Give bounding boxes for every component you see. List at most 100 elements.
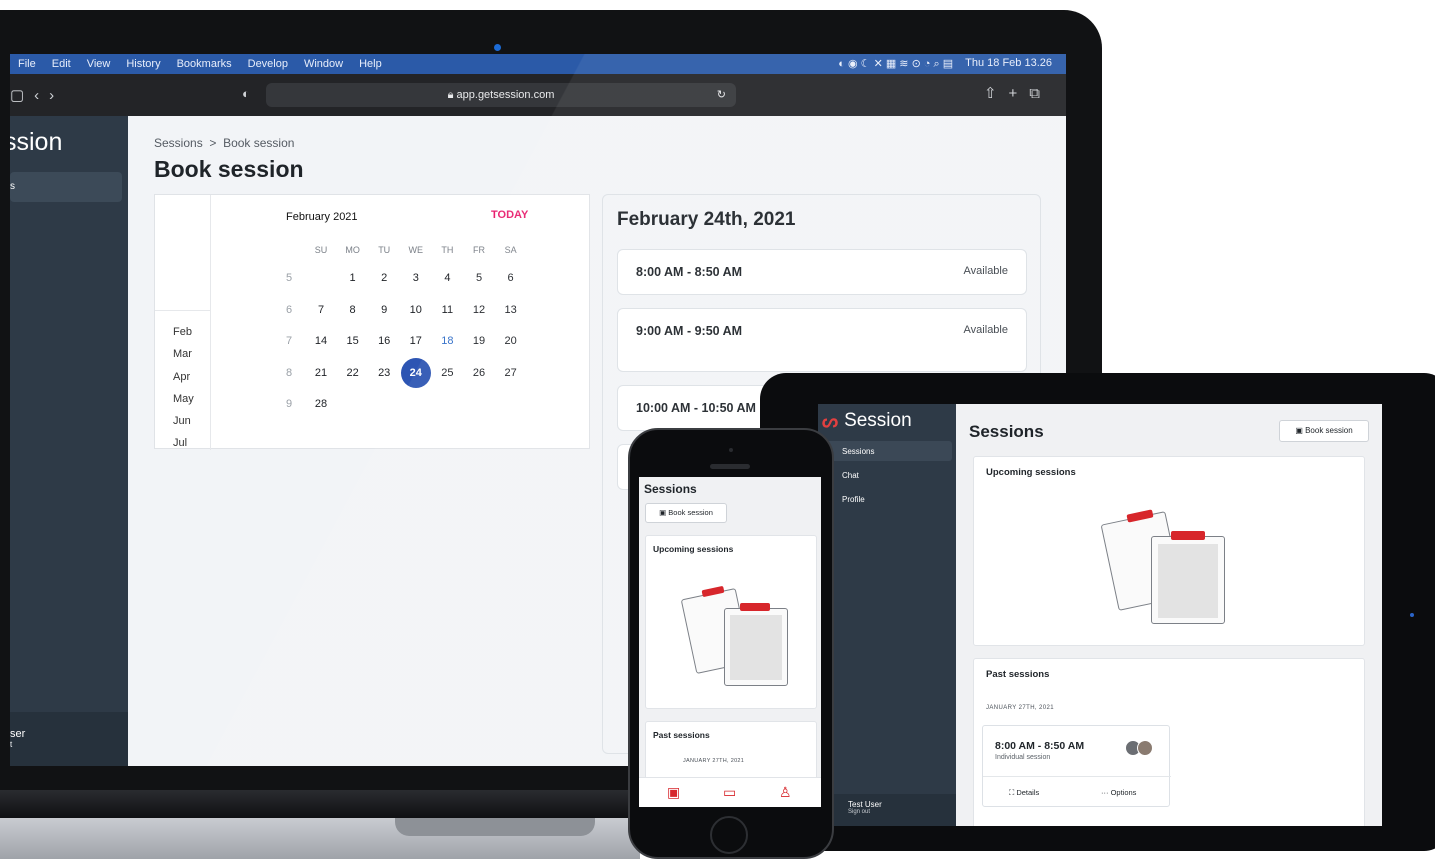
nav-buttons[interactable]: ▢‹› — [10, 86, 64, 104]
calendar-day[interactable]: 20 — [495, 326, 527, 356]
today-button[interactable]: TODAY — [491, 209, 528, 221]
menu-history[interactable]: History — [126, 58, 160, 70]
book-session-button[interactable]: ▣ Book session — [1279, 420, 1369, 442]
tablet-sign-out-link[interactable]: Sign out — [848, 809, 956, 815]
phone-home-button[interactable] — [710, 816, 748, 854]
breadcrumb-sessions[interactable]: Sessions — [154, 136, 203, 150]
tab-calendar-icon[interactable]: ▣ — [667, 784, 680, 801]
toolbar-actions[interactable]: ⇧+⧉ — [984, 84, 1052, 102]
calendar-icon: ▣ — [659, 508, 669, 517]
month-item[interactable]: Jul — [173, 437, 187, 449]
shield-icon[interactable]: ◐ — [242, 86, 250, 101]
calendar-day[interactable]: 3 — [400, 263, 432, 293]
calendar-day[interactable]: 28 — [305, 389, 337, 419]
week-number: 6 — [285, 303, 293, 316]
past-sessions-header: Past sessions — [986, 669, 1050, 680]
weekday-label: FR — [473, 245, 485, 255]
page-title: Book session — [154, 156, 304, 182]
session-actions: ⛶ Details ··· Options — [983, 776, 1171, 808]
month-item[interactable]: May — [173, 393, 194, 405]
menu-view[interactable]: View — [87, 58, 111, 70]
breadcrumb: Sessions > Book session — [154, 136, 294, 150]
clock[interactable]: Thu 18 Feb 13.26 — [965, 57, 1052, 71]
sidebar-item-sessions[interactable]: s — [10, 172, 122, 202]
status-icons[interactable]: ◐ ◉ ☾ ✕ ▦ ≋ ⊙ ◔ ⌕ ▤ — [838, 57, 953, 71]
menu-bookmarks[interactable]: Bookmarks — [177, 58, 232, 70]
calendar-day[interactable]: 16 — [368, 326, 400, 356]
weekday-label: TU — [378, 245, 391, 255]
user-panel[interactable]: ser t — [10, 712, 128, 766]
sidebar-item-profile[interactable]: Profile — [818, 489, 952, 509]
past-sessions-card: Past sessions JANUARY 27TH, 2021 8:00 AM… — [973, 658, 1365, 826]
week-number: 9 — [285, 398, 293, 411]
sign-out-link[interactable]: t — [10, 740, 128, 749]
menu-help[interactable]: Help — [359, 58, 382, 70]
calendar-day[interactable]: 2 — [368, 263, 400, 293]
phone-book-session-label: Book session — [668, 508, 713, 517]
calendar-day[interactable]: 9 — [368, 295, 400, 325]
time-slot[interactable]: 8:00 AM - 8:50 AM Available — [617, 249, 1027, 295]
calendar-day[interactable]: 6 — [495, 263, 527, 293]
clipboard-paper — [1158, 544, 1218, 618]
calendar-day[interactable]: 14 — [305, 326, 337, 356]
calendar-day[interactable]: 25 — [431, 358, 463, 388]
calendar-month-label: February 2021 — [286, 211, 358, 223]
devices-mockup: File Edit View History Bookmarks Develop… — [0, 0, 1435, 859]
week-number: 5 — [285, 272, 293, 284]
calendar-day[interactable]: 4 — [431, 263, 463, 293]
tablet-sidebar: ᔕ Session Sessions Chat Profile Test Use… — [818, 404, 956, 826]
selected-day[interactable]: 24 — [400, 357, 431, 388]
calendar-day[interactable]: 7 — [305, 295, 337, 325]
calendar-day[interactable]: 10 — [400, 295, 432, 325]
month-item[interactable]: Mar — [173, 348, 192, 360]
calendar-day[interactable]: 23 — [368, 358, 400, 388]
menu-file[interactable]: File — [18, 58, 36, 70]
calendar-day[interactable]: 19 — [463, 326, 495, 356]
tab-profile-icon[interactable]: ♙ — [779, 784, 792, 801]
calendar-day[interactable]: 8 — [337, 295, 369, 325]
calendar-day[interactable]: 12 — [463, 295, 495, 325]
brand-name: ssion — [10, 128, 63, 156]
menu-edit[interactable]: Edit — [52, 58, 71, 70]
week-number: 8 — [285, 366, 293, 379]
reload-icon[interactable]: ↻ — [717, 83, 726, 107]
past-session-card[interactable]: 8:00 AM - 8:50 AM Individual session ⛶ D… — [982, 725, 1171, 808]
calendar-day[interactable]: 1 — [337, 263, 369, 293]
breadcrumb-book-session: Book session — [223, 136, 295, 150]
breadcrumb-separator: > — [209, 136, 217, 150]
phone-past-header: Past sessions — [653, 730, 710, 740]
user-name: ser — [10, 728, 26, 740]
month-scroller[interactable]: Feb Mar Apr May Jun Jul — [155, 195, 211, 450]
address-bar[interactable]: 🔒︎ app.getsession.com ↻ — [266, 83, 736, 107]
month-item[interactable]: Feb — [173, 326, 192, 338]
month-item[interactable]: Apr — [173, 371, 190, 383]
calendar-day[interactable]: 26 — [463, 358, 495, 388]
calendar-day[interactable]: 5 — [463, 263, 495, 293]
laptop-notch — [395, 818, 595, 836]
options-button[interactable]: ··· Options — [1101, 788, 1136, 797]
calendar-day[interactable]: 21 — [305, 358, 337, 388]
tablet-user-panel[interactable]: Test User Sign out — [818, 794, 956, 826]
sidebar-item-sessions[interactable]: Sessions — [818, 441, 952, 461]
calendar-day[interactable]: 18 — [431, 326, 463, 356]
menu-develop[interactable]: Develop — [248, 58, 288, 70]
time-slot[interactable]: 9:00 AM - 9:50 AM Available — [617, 308, 1027, 372]
weekday-label: SA — [504, 245, 517, 255]
calendar-day[interactable]: 13 — [495, 295, 527, 325]
details-button[interactable]: ⛶ Details — [1009, 788, 1039, 798]
phone-book-session-button[interactable]: ▣ Book session — [645, 503, 727, 523]
menu-window[interactable]: Window — [304, 58, 343, 70]
sidebar-item-chat[interactable]: Chat — [818, 465, 952, 485]
calendar-day[interactable]: 15 — [337, 326, 369, 356]
details-label: Details — [1016, 788, 1040, 797]
weekday-label: TH — [441, 245, 454, 255]
tablet-brand: ᔕ Session — [822, 410, 912, 432]
calendar-day[interactable]: 27 — [495, 358, 527, 388]
calendar-day[interactable]: 22 — [337, 358, 369, 388]
month-item[interactable]: Jun — [173, 415, 191, 427]
calendar-day[interactable]: 17 — [400, 326, 432, 356]
calendar-day[interactable]: 11 — [431, 295, 463, 325]
phone-tab-bar: ▣ ▭ ♙ — [639, 777, 821, 807]
tab-chat-icon[interactable]: ▭ — [723, 784, 736, 801]
laptop-camera — [494, 44, 501, 51]
